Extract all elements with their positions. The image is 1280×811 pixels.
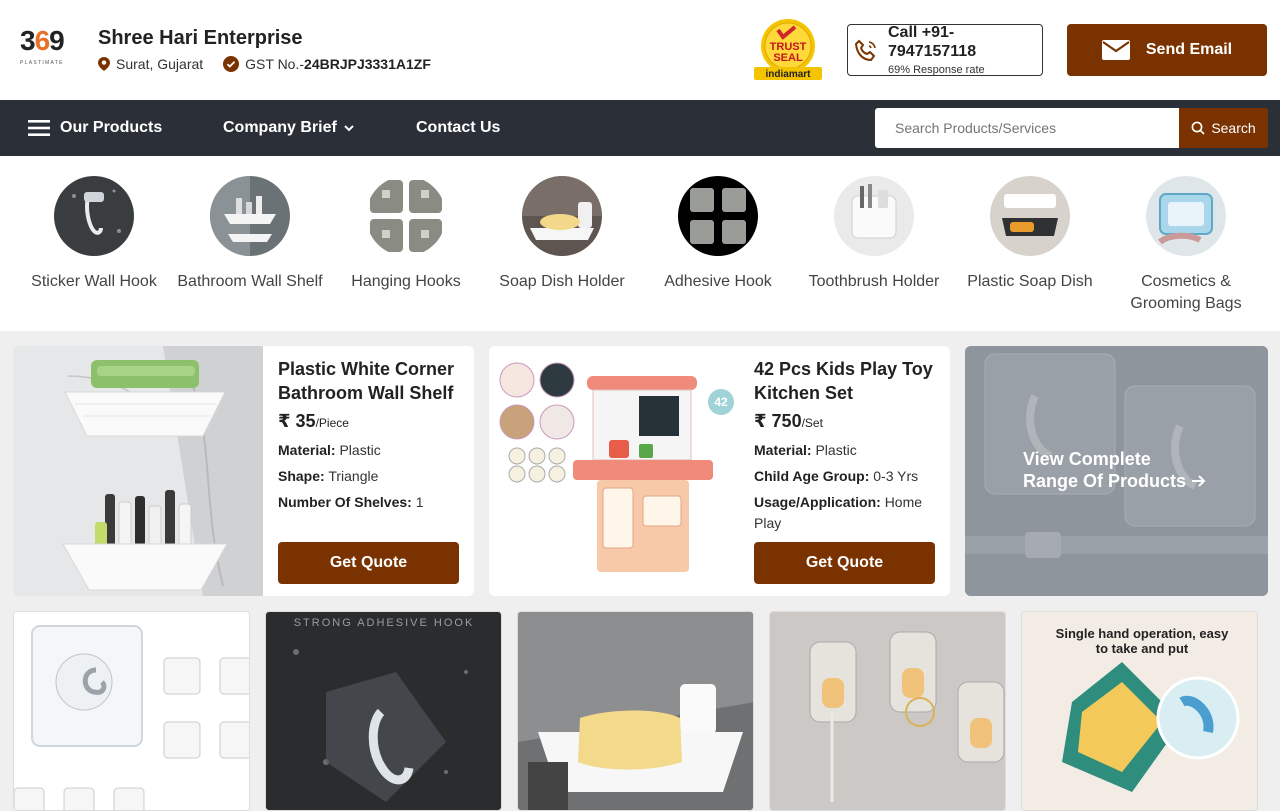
- product-tile[interactable]: Single hand operation, easy to take and …: [1021, 611, 1258, 811]
- category-adhesive-hook[interactable]: Adhesive Hook: [640, 176, 796, 293]
- product-price: ₹ 750/Set: [754, 411, 823, 431]
- product-specs: Material: Plastic Child Age Group: 0-3 Y…: [754, 442, 923, 531]
- svg-text:STRONG ADHESIVE HOOK: STRONG ADHESIVE HOOK: [294, 617, 475, 629]
- product-tile[interactable]: [769, 611, 1006, 811]
- product-specs: Material: Plastic Shape: Triangle Number…: [278, 442, 424, 510]
- product-title[interactable]: Plastic White Corner Bathroom Wall Shelf: [278, 357, 463, 405]
- product-info: Plastic White Corner Bathroom Wall Shelf…: [278, 346, 463, 513]
- svg-text:indiamart: indiamart: [765, 69, 811, 80]
- search-button[interactable]: Search: [1179, 108, 1268, 148]
- category-toothbrush-holder[interactable]: Toothbrush Holder: [796, 176, 952, 293]
- verified-badge-icon: [223, 56, 240, 72]
- product-image[interactable]: [13, 346, 263, 596]
- view-all-text: View Complete Range Of Products: [1023, 448, 1207, 492]
- category-image: [1146, 176, 1226, 256]
- company-meta: Surat, Gujarat GST No.- 24BRJPJ3331A1ZF: [98, 56, 431, 72]
- product-image[interactable]: 42: [489, 346, 739, 596]
- trust-seal-icon[interactable]: TRUST SEAL indiamart: [754, 17, 822, 81]
- get-quote-button[interactable]: Get Quote: [754, 542, 935, 584]
- chevron-down-icon: [344, 125, 354, 132]
- product-tile[interactable]: STRONG ADHESIVE HOOK: [265, 611, 502, 811]
- product-tile-image: STRONG ADHESIVE HOOK: [266, 612, 501, 810]
- location-text: Surat, Gujarat: [116, 56, 204, 72]
- menu-icon: [28, 120, 50, 136]
- product-tile[interactable]: [517, 611, 754, 811]
- product-card[interactable]: 42 42 Pcs Kids Play Toy Kitchen Set ₹ 75…: [489, 346, 950, 596]
- mail-icon: [1101, 40, 1130, 60]
- product-tile-image: [14, 612, 249, 810]
- nav-company-brief[interactable]: Company Brief: [223, 100, 355, 156]
- product-card[interactable]: Plastic White Corner Bathroom Wall Shelf…: [13, 346, 474, 596]
- view-all-products-link[interactable]: View Complete Range Of Products: [965, 346, 1268, 596]
- gst-label: GST No.-: [245, 56, 305, 72]
- svg-text:SEAL: SEAL: [773, 52, 803, 64]
- category-image: [366, 176, 446, 256]
- product-price: ₹ 35/Piece: [278, 411, 349, 431]
- response-rate: 69% Response rate: [888, 64, 985, 76]
- arrow-right-icon: [1192, 475, 1206, 487]
- company-logo[interactable]: 369 PLASTIMATE: [20, 22, 74, 74]
- product-title[interactable]: 42 Pcs Kids Play Toy Kitchen Set: [754, 357, 939, 405]
- search-icon: [1191, 121, 1205, 135]
- gst-number: 24BRJPJ3331A1ZF: [304, 56, 431, 72]
- category-soap-dish-holder[interactable]: Soap Dish Holder: [484, 176, 640, 293]
- site-header: 369 PLASTIMATE Shree Hari Enterprise Sur…: [0, 0, 1280, 100]
- call-button[interactable]: Call +91-7947157118 69% Response rate: [847, 24, 1043, 76]
- get-quote-button[interactable]: Get Quote: [278, 542, 459, 584]
- location-pin-icon: [98, 57, 110, 71]
- svg-text:42: 42: [714, 395, 728, 409]
- category-strip: Sticker Wall Hook Bathroom Wall Shelf Ha…: [0, 156, 1280, 331]
- category-image: [834, 176, 914, 256]
- nav-contact-us[interactable]: Contact Us: [416, 100, 500, 156]
- category-bathroom-wall-shelf[interactable]: Bathroom Wall Shelf: [172, 176, 328, 293]
- category-cosmetics-grooming-bags[interactable]: Cosmetics & Grooming Bags: [1108, 176, 1264, 315]
- tile-caption: Single hand operation, easy to take and …: [1055, 626, 1229, 656]
- category-image: [54, 176, 134, 256]
- product-tile[interactable]: [13, 611, 250, 811]
- category-sticker-wall-hook[interactable]: Sticker Wall Hook: [16, 176, 172, 293]
- nav-our-products[interactable]: Our Products: [28, 100, 162, 156]
- category-image: [522, 176, 602, 256]
- category-image: [210, 176, 290, 256]
- category-plastic-soap-dish[interactable]: Plastic Soap Dish: [952, 176, 1108, 293]
- send-email-button[interactable]: Send Email: [1067, 24, 1267, 76]
- phone-icon: [854, 39, 876, 62]
- phone-number: Call +91-7947157118: [888, 24, 977, 60]
- category-hanging-hooks[interactable]: Hanging Hooks: [328, 176, 484, 293]
- company-name[interactable]: Shree Hari Enterprise: [98, 27, 303, 50]
- product-info: 42 Pcs Kids Play Toy Kitchen Set ₹ 750/S…: [754, 346, 939, 534]
- category-image: [990, 176, 1070, 256]
- product-tile-image: [770, 612, 1005, 810]
- search-input[interactable]: [875, 108, 1179, 148]
- product-tile-image: [518, 612, 753, 810]
- category-image: [678, 176, 758, 256]
